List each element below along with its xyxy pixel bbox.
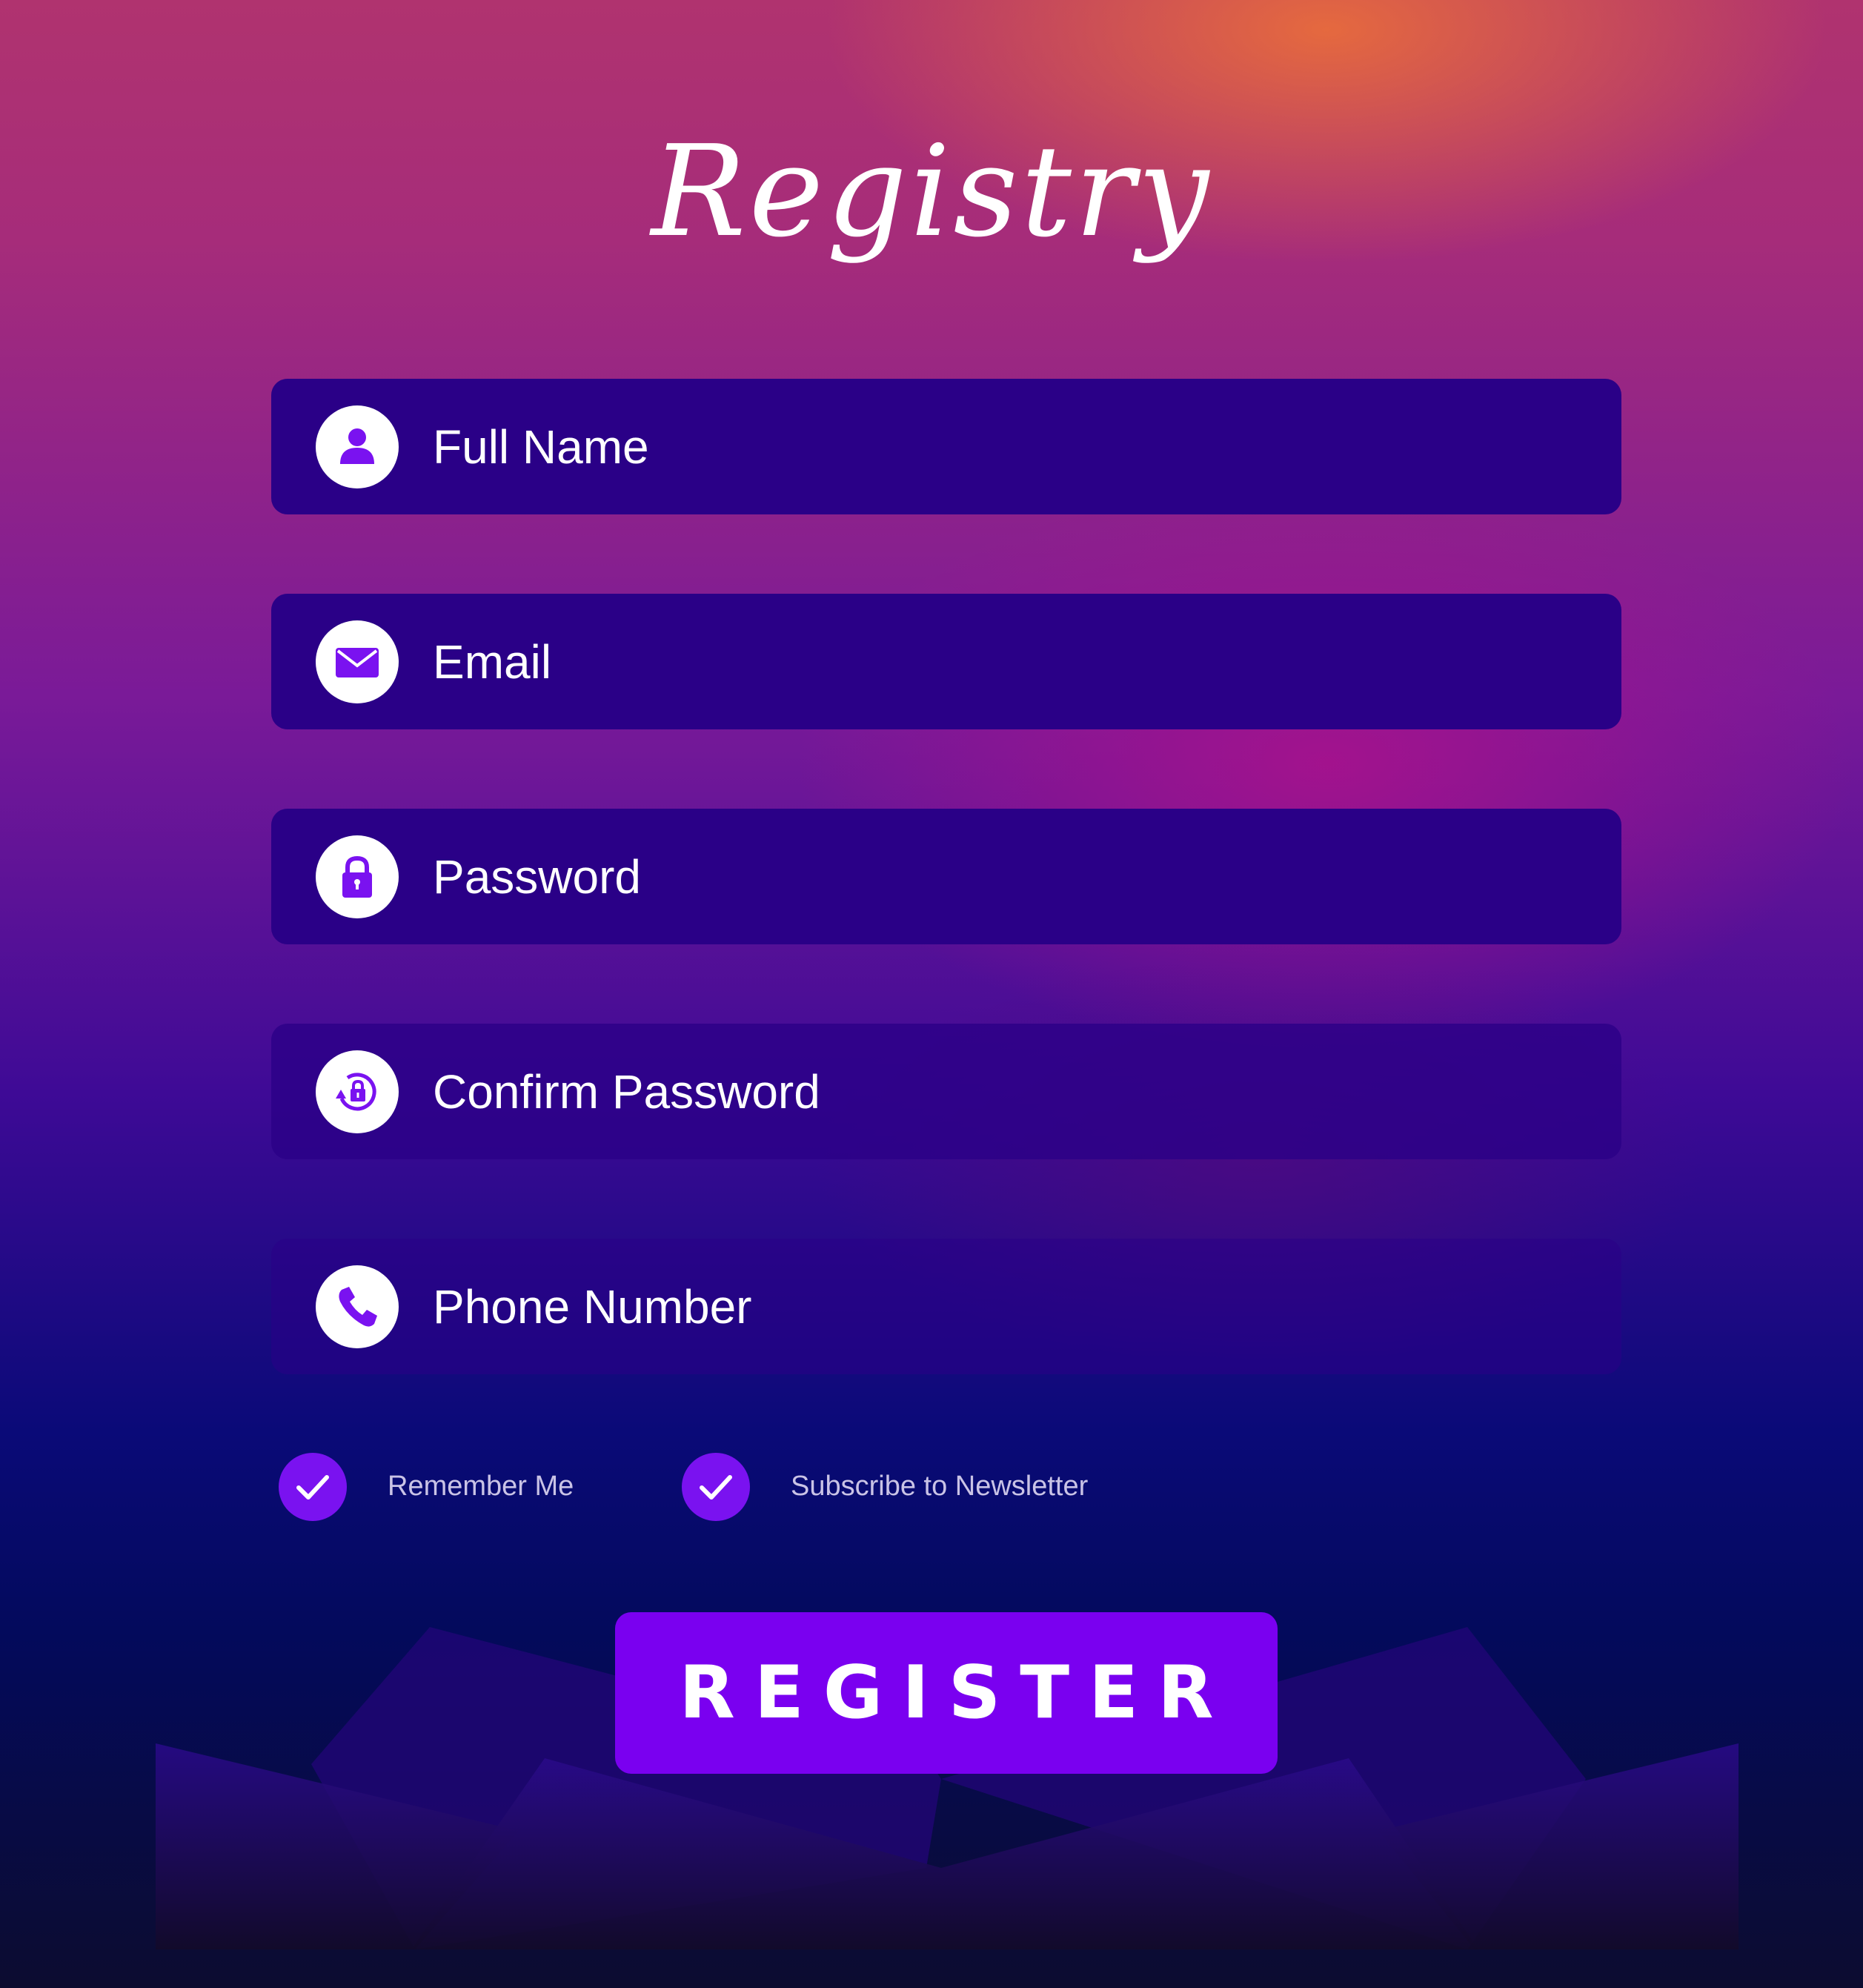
register-button[interactable]: REGISTER [615,1612,1278,1774]
full-name-field[interactable] [271,379,1621,514]
phone-number-field[interactable] [271,1239,1621,1374]
password-field[interactable] [271,809,1621,944]
password-input[interactable] [433,809,1589,944]
lock-icon [316,835,399,918]
newsletter-label: Subscribe to Newsletter [791,1471,1089,1502]
phone-icon [316,1265,399,1348]
email-input[interactable] [433,594,1589,729]
email-field[interactable] [271,594,1621,729]
confirm-password-input[interactable] [433,1024,1589,1159]
lock-refresh-icon [316,1050,399,1133]
remember-me-checkbox[interactable] [279,1453,347,1521]
envelope-icon [316,620,399,703]
page-title: Registry [651,119,1212,265]
user-icon [316,405,399,488]
newsletter-checkbox[interactable] [682,1453,750,1521]
checkmark-icon [296,1475,329,1500]
full-name-input[interactable] [433,379,1589,514]
checkmark-icon [700,1475,732,1500]
confirm-password-field[interactable] [271,1024,1621,1159]
remember-me-label: Remember Me [388,1471,574,1502]
phone-number-input[interactable] [433,1239,1589,1374]
